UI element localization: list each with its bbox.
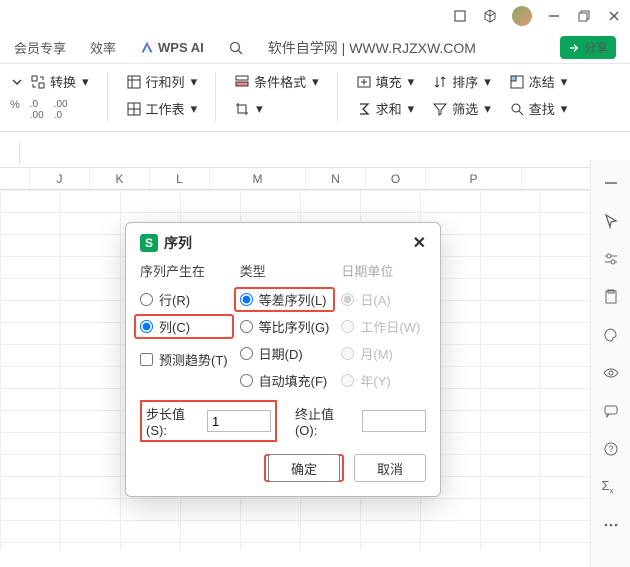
column-header[interactable]: P [426, 168, 522, 189]
eye-icon[interactable] [602, 364, 620, 382]
increase-decimal[interactable]: .00.0 [54, 99, 68, 121]
help-icon[interactable]: ? [602, 440, 620, 458]
trend-checkbox[interactable]: 预测趋势(T) [140, 350, 228, 369]
select-arrow-icon[interactable] [602, 212, 620, 230]
share-label: 分享 [584, 39, 608, 56]
convert-icon [30, 74, 46, 90]
watermark-text: 软件自学网 | WWW.RJZXW.COM [268, 38, 476, 58]
share-button[interactable]: 分享 [560, 36, 616, 59]
radio-autofill[interactable]: 自动填充(F) [240, 371, 330, 390]
square-icon[interactable] [452, 8, 468, 24]
wps-ai-button[interactable]: WPS AI [140, 40, 204, 55]
fill-icon [356, 74, 372, 90]
caret-down-icon: ▾ [82, 74, 89, 90]
more-dots-icon[interactable] [602, 516, 620, 534]
find-icon [509, 101, 525, 117]
radio-day: 日(A) [341, 290, 420, 309]
sort-button[interactable]: 排序▾ [432, 72, 491, 91]
step-input[interactable] [207, 410, 271, 432]
restore-icon[interactable] [576, 8, 592, 24]
radio-year: 年(Y) [341, 371, 420, 390]
stop-input[interactable] [362, 410, 426, 432]
condfmt-button[interactable]: 条件格式▾ [234, 72, 319, 91]
palette-icon[interactable] [602, 326, 620, 344]
column-header[interactable]: K [90, 168, 150, 189]
column-header[interactable]: L [150, 168, 210, 189]
search-icon[interactable] [228, 40, 244, 56]
dialog-title: 序列 [164, 233, 192, 253]
type-label: 类型 [240, 261, 330, 280]
dialog-close-button[interactable]: ✕ [413, 233, 426, 253]
radio-columns[interactable]: 列(C) [140, 317, 228, 336]
close-icon[interactable] [606, 8, 622, 24]
radio-rows[interactable]: 行(R) [140, 290, 228, 309]
formula-sigma-icon[interactable]: Σx [602, 478, 620, 496]
settings-slider-icon[interactable] [602, 250, 620, 268]
sort-icon [432, 74, 448, 90]
tab-member[interactable]: 会员专享 [14, 38, 66, 57]
minus-icon[interactable] [602, 174, 620, 192]
radio-month: 月(M) [341, 344, 420, 363]
wps-logo-icon: S [140, 234, 158, 252]
freeze-icon [509, 74, 525, 90]
series-dialog: S 序列 ✕ 序列产生在 行(R) 列(C) 预测趋势(T) 类型 等差序列(L… [125, 222, 441, 497]
worksheet-button[interactable]: 工作表▾ [126, 99, 198, 118]
column-header[interactable]: O [366, 168, 426, 189]
percent-format[interactable]: % [10, 99, 20, 121]
freeze-button[interactable]: 冻结▾ [509, 72, 568, 91]
filter-button[interactable]: 筛选▾ [432, 99, 491, 118]
date-unit-label: 日期单位 [341, 261, 420, 280]
wps-ai-label: WPS AI [158, 40, 204, 55]
decrease-decimal[interactable]: .0.00 [30, 99, 44, 121]
svg-text:?: ? [608, 444, 613, 454]
condfmt-icon [234, 74, 250, 90]
find-button[interactable]: 查找▾ [509, 99, 568, 118]
cancel-button[interactable]: 取消 [354, 454, 426, 482]
tab-efficiency[interactable]: 效率 [90, 38, 116, 57]
convert-button[interactable]: 转换▾ [30, 72, 89, 91]
area-button[interactable]: ▾ [234, 101, 319, 117]
column-header[interactable]: J [30, 168, 90, 189]
avatar[interactable] [512, 6, 532, 26]
filter-icon [432, 101, 448, 117]
step-label: 步长值(S): [146, 404, 201, 438]
column-header[interactable]: N [306, 168, 366, 189]
formula-bar[interactable] [0, 138, 630, 168]
side-toolbar: ? Σx [590, 160, 630, 567]
radio-linear[interactable]: 等差序列(L) [240, 290, 330, 309]
column-headers: J K L M N O P [0, 168, 630, 190]
minimize-icon[interactable] [546, 8, 562, 24]
rowcol-icon [126, 74, 142, 90]
chevron-down-icon[interactable] [10, 75, 24, 89]
chat-icon[interactable] [602, 402, 620, 420]
radio-date[interactable]: 日期(D) [240, 344, 330, 363]
worksheet-icon [126, 101, 142, 117]
radio-weekday: 工作日(W) [341, 317, 420, 336]
rowcol-button[interactable]: 行和列▾ [126, 72, 198, 91]
ai-logo-icon [140, 41, 154, 55]
cube-icon[interactable] [482, 8, 498, 24]
series-in-label: 序列产生在 [140, 261, 228, 280]
radio-growth[interactable]: 等比序列(G) [240, 317, 330, 336]
ok-button[interactable]: 确定 [268, 454, 340, 482]
sigma-icon [356, 101, 372, 117]
clipboard-icon[interactable] [602, 288, 620, 306]
ok-button-highlight: 确定 [264, 454, 344, 482]
sum-button[interactable]: 求和▾ [356, 99, 415, 118]
column-header[interactable]: M [210, 168, 306, 189]
stop-label: 终止值(O): [295, 404, 354, 438]
fill-button[interactable]: 填充▾ [356, 72, 415, 91]
share-arrow-icon [568, 42, 580, 54]
crop-icon [234, 101, 250, 117]
